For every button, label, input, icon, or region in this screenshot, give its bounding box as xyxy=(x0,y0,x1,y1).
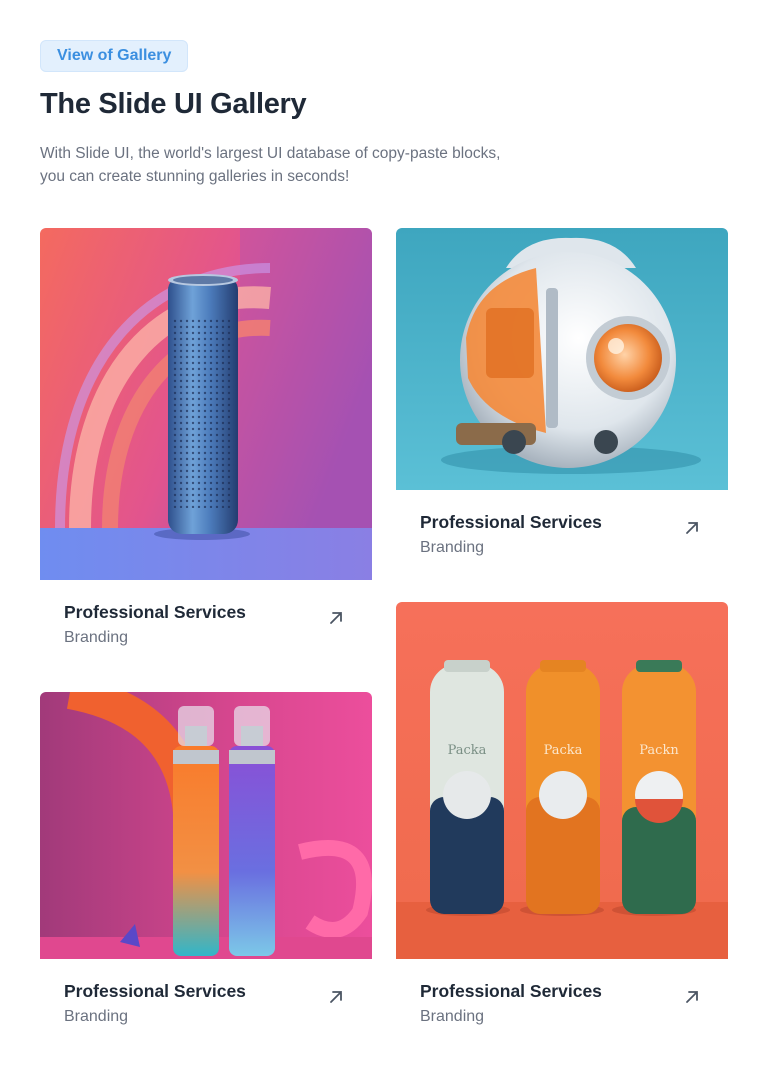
card-category: Branding xyxy=(64,1008,129,1025)
gallery-card[interactable]: Professional Services Branding xyxy=(40,692,372,1029)
card-image[interactable]: Packa Packa Packn xyxy=(396,602,728,959)
card-category: Branding xyxy=(64,629,129,646)
card-category: Branding xyxy=(420,539,485,556)
card-image[interactable] xyxy=(40,692,372,959)
card-category: Branding xyxy=(420,1008,485,1025)
gallery-card[interactable]: Professional Services Branding xyxy=(40,228,372,650)
page-subtitle: With Slide UI, the world's largest UI da… xyxy=(40,145,501,185)
page-title: The Slide UI Gallery xyxy=(40,88,307,120)
gallery-card[interactable]: Packa Packa Packn Professional Services … xyxy=(396,602,728,1029)
product-label: Packa xyxy=(448,743,487,758)
card-image[interactable] xyxy=(396,228,728,490)
arrow-up-right-icon[interactable] xyxy=(324,606,348,630)
product-label: Packn xyxy=(639,743,679,758)
card-image[interactable] xyxy=(40,228,372,580)
product-label: Packa xyxy=(544,743,583,758)
arrow-up-right-icon[interactable] xyxy=(324,985,348,1009)
arrow-up-right-icon[interactable] xyxy=(680,516,704,540)
gallery-badge[interactable]: View of Gallery xyxy=(40,40,189,72)
gallery-card[interactable]: Professional Services Branding xyxy=(396,228,728,560)
arrow-up-right-icon[interactable] xyxy=(680,985,704,1009)
